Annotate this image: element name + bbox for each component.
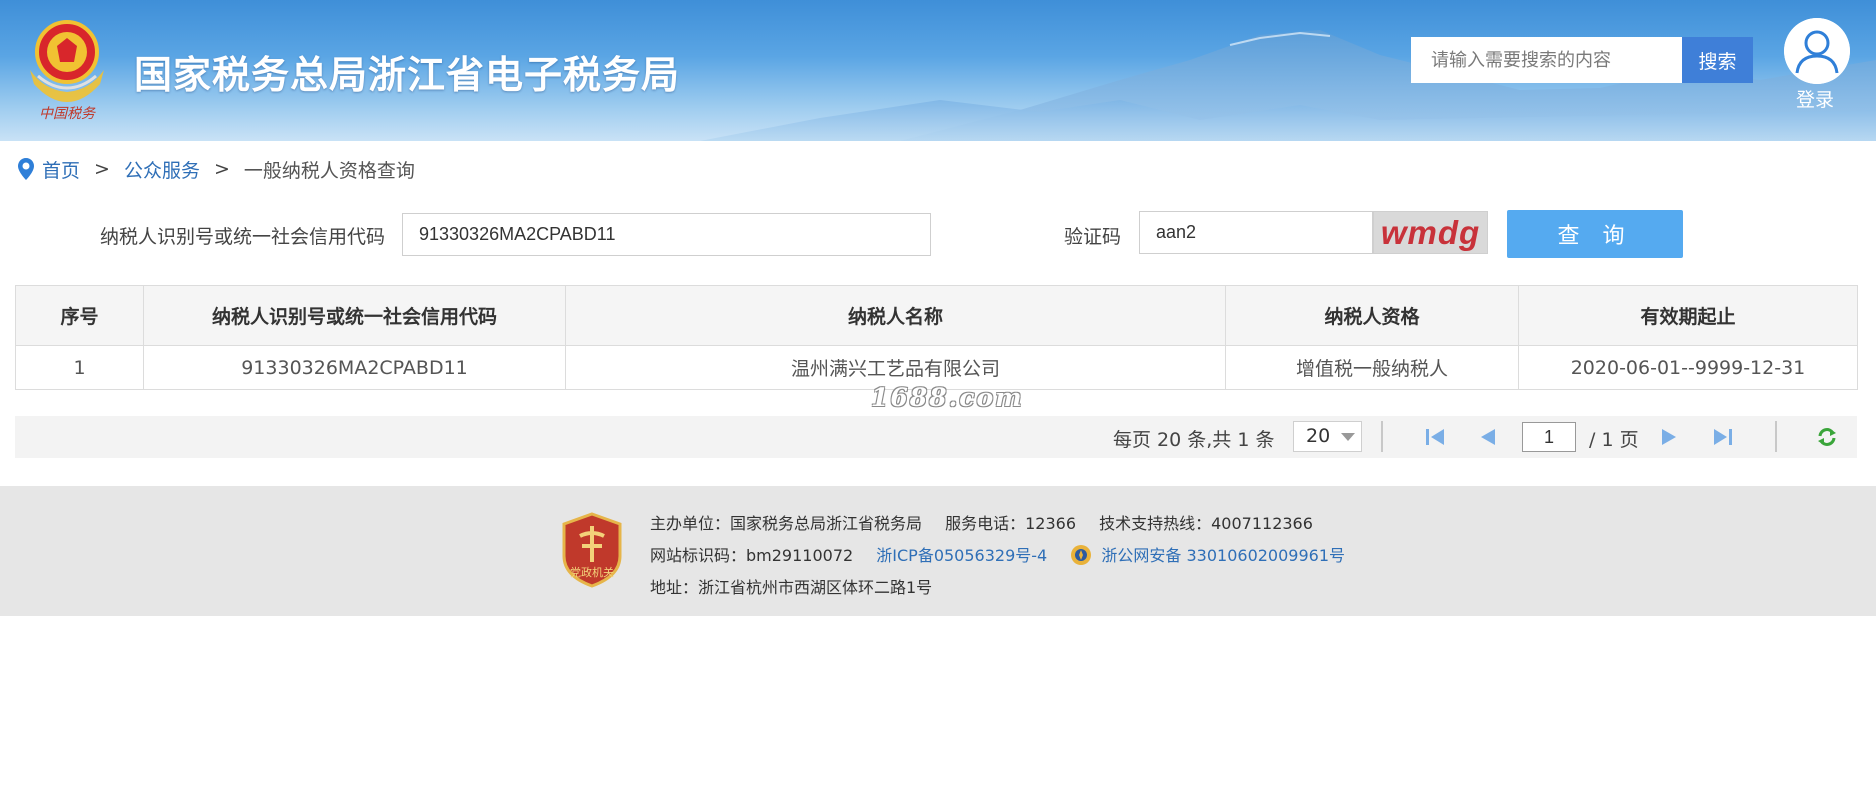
refresh-icon[interactable] bbox=[1816, 427, 1838, 447]
footer-site-id: 网站标识码：bm29110072 bbox=[650, 546, 854, 565]
column-header-taxpayer-code: 纳税人识别号或统一社会信用代码 bbox=[143, 285, 566, 346]
footer: 党政机关 主办单位：国家税务总局浙江省税务局 服务电话：12366 技术支持热线… bbox=[0, 486, 1876, 616]
header: 中国税务 国家税务总局浙江省电子税务局 搜索 登录 bbox=[0, 0, 1876, 141]
pagination-divider bbox=[1381, 421, 1383, 452]
captcha-image-text: wmdg bbox=[1380, 213, 1481, 251]
watermark: 1688.com bbox=[871, 383, 1024, 412]
login-link[interactable]: 登录 bbox=[1796, 85, 1834, 112]
footer-address: 地址：浙江省杭州市西湖区体环二路1号 bbox=[650, 578, 933, 597]
cell-index: 1 bbox=[15, 345, 144, 390]
avatar-icon[interactable] bbox=[1784, 18, 1850, 84]
footer-icp-link[interactable]: 浙ICP备05056329号-4 bbox=[876, 546, 1047, 565]
party-badge-icon[interactable]: 党政机关 bbox=[560, 512, 624, 588]
cell-validity: 2020-06-01--9999-12-31 bbox=[1518, 345, 1858, 390]
prev-page-icon[interactable] bbox=[1476, 427, 1498, 447]
search-button[interactable]: 搜索 bbox=[1682, 37, 1753, 83]
chevron-down-icon bbox=[1341, 433, 1355, 441]
breadcrumb-separator: > bbox=[94, 158, 110, 180]
footer-line-1: 主办单位：国家税务总局浙江省税务局 服务电话：12366 技术支持热线：4007… bbox=[650, 510, 1313, 534]
column-header-index: 序号 bbox=[15, 285, 144, 346]
column-header-validity: 有效期起止 bbox=[1518, 285, 1858, 346]
footer-line-3: 地址：浙江省杭州市西湖区体环二路1号 bbox=[650, 574, 932, 598]
table-header-row: 序号 纳税人识别号或统一社会信用代码 纳税人名称 纳税人资格 有效期起止 bbox=[15, 285, 1858, 346]
last-page-icon[interactable] bbox=[1712, 427, 1734, 447]
location-pin-icon bbox=[18, 158, 34, 180]
footer-line-2: 网站标识码：bm29110072 浙ICP备05056329号-4 浙公网安备 … bbox=[650, 542, 1345, 566]
site-title: 国家税务总局浙江省电子税务局 bbox=[134, 53, 681, 97]
search-input[interactable] bbox=[1411, 37, 1682, 83]
badge-text: 党政机关 bbox=[570, 565, 614, 579]
page-total: / 1 页 bbox=[1589, 429, 1639, 451]
breadcrumb-separator: > bbox=[213, 158, 230, 180]
query-button[interactable]: 查 询 bbox=[1507, 210, 1683, 258]
tax-emblem-icon: 中国税务 bbox=[30, 20, 104, 122]
captcha-image[interactable]: wmdg bbox=[1373, 211, 1488, 254]
footer-service-phone: 服务电话：12366 bbox=[945, 514, 1077, 533]
breadcrumb-home[interactable]: 首页 bbox=[42, 156, 80, 183]
column-header-qualification: 纳税人资格 bbox=[1225, 285, 1519, 346]
column-header-taxpayer-name: 纳税人名称 bbox=[565, 285, 1226, 346]
taxpayer-code-label: 纳税人识别号或统一社会信用代码 bbox=[100, 226, 386, 248]
captcha-input[interactable] bbox=[1139, 211, 1373, 254]
breadcrumb: 首页 > 公众服务 > 一般纳税人资格查询 bbox=[16, 156, 415, 183]
first-page-icon[interactable] bbox=[1424, 427, 1446, 447]
pagination-info: 每页 20 条,共 1 条 bbox=[1113, 429, 1275, 451]
breadcrumb-public-service[interactable]: 公众服务 bbox=[124, 156, 200, 183]
next-page-icon[interactable] bbox=[1659, 427, 1681, 447]
footer-support-hotline: 技术支持热线：4007112366 bbox=[1099, 514, 1313, 533]
cell-taxpayer-code: 91330326MA2CPABD11 bbox=[143, 345, 566, 390]
police-badge-icon bbox=[1071, 545, 1092, 565]
page-size-select[interactable]: 20 bbox=[1293, 421, 1362, 452]
page-number-input[interactable] bbox=[1522, 422, 1576, 452]
page-size-value: 20 bbox=[1306, 425, 1331, 447]
emblem-text: 中国税务 bbox=[39, 106, 96, 122]
pagination-bar: 每页 20 条,共 1 条 20 / 1 页 bbox=[15, 416, 1857, 458]
taxpayer-code-input[interactable] bbox=[402, 213, 931, 256]
result-table: 序号 纳税人识别号或统一社会信用代码 纳税人名称 纳税人资格 有效期起止 1 9… bbox=[15, 285, 1858, 390]
captcha-label: 验证码 bbox=[1064, 226, 1122, 248]
breadcrumb-current: 一般纳税人资格查询 bbox=[243, 159, 415, 182]
pagination-divider bbox=[1775, 421, 1777, 452]
footer-sponsor: 主办单位：国家税务总局浙江省税务局 bbox=[650, 514, 923, 533]
footer-police-link[interactable]: 浙公网安备 33010602009961号 bbox=[1101, 546, 1345, 565]
cell-qualification: 增值税一般纳税人 bbox=[1225, 345, 1519, 390]
